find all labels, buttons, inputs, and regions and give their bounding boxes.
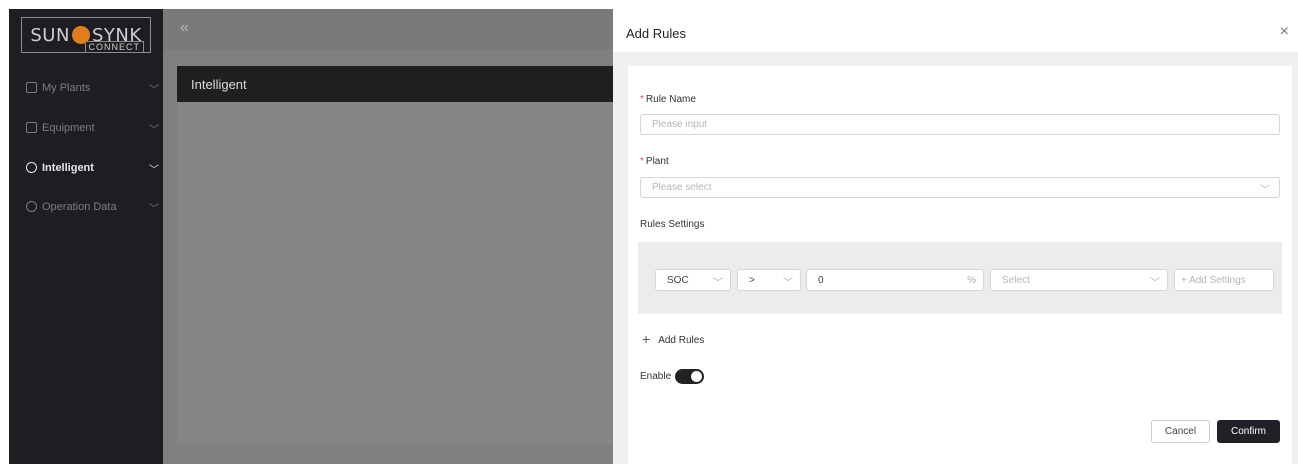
chevron-down-icon: ﹀ (149, 204, 159, 215)
chevron-down-icon: ﹀ (713, 278, 723, 289)
add-rules-label: Add Rules (658, 335, 705, 346)
sidebar: SUN SYNK CONNECT My Plants ﹀ Equipment ﹀ … (9, 9, 163, 464)
chevron-down-icon: ﹀ (149, 125, 159, 136)
dialog-title: Add Rules (626, 26, 686, 41)
plant-placeholder: Please select (652, 182, 712, 193)
chevron-down-icon: ﹀ (149, 165, 159, 176)
card-title: Intelligent (191, 77, 247, 92)
action-select[interactable]: Select ﹀ (990, 269, 1168, 291)
plant-label-text: Plant (645, 156, 669, 167)
sidebar-item-label: My Plants (42, 82, 91, 94)
threshold-value: 0 (818, 275, 824, 286)
app-root: SUN SYNK CONNECT My Plants ﹀ Equipment ﹀ … (0, 0, 1298, 464)
logo: SUN SYNK CONNECT (21, 17, 151, 53)
add-rules-dialog: Add Rules × * Rule Name Please input * Pla… (613, 9, 1298, 464)
add-settings-label: + Add Settings (1181, 275, 1246, 286)
sidebar-item-label: Intelligent (42, 162, 94, 174)
confirm-button[interactable]: Confirm (1217, 420, 1280, 443)
sidebar-item-my-plants[interactable]: My Plants ﹀ (9, 79, 163, 99)
sidebar-item-label: Equipment (42, 122, 95, 134)
rules-settings-label: Rules Settings (640, 219, 705, 230)
rule-name-input[interactable]: Please input (640, 114, 1280, 135)
rule-name-label-text: Rule Name (645, 94, 696, 105)
operator-select[interactable]: > ﹀ (737, 269, 801, 291)
threshold-input[interactable]: 0 % (806, 269, 984, 291)
card-header: Intelligent (177, 66, 613, 102)
enable-label: Enable (640, 371, 672, 382)
dialog-header: Add Rules × (613, 9, 1298, 52)
add-rules-button[interactable]: + Add Rules (642, 331, 704, 347)
required-mark: * (640, 156, 644, 167)
sidebar-item-operation-data[interactable]: Operation Data ﹀ (9, 198, 163, 218)
chevron-down-icon: ﹀ (1260, 185, 1270, 196)
main-content: « Intelligent (163, 9, 613, 464)
top-bar: « (163, 9, 613, 50)
dialog-body: * Rule Name Please input * Plant Please se… (628, 66, 1292, 464)
rule-name-label: * Rule Name (640, 94, 696, 105)
add-settings-button[interactable]: + Add Settings (1174, 269, 1274, 291)
required-mark: * (640, 94, 644, 105)
toggle-knob (691, 371, 702, 382)
action-placeholder: Select (1002, 275, 1030, 286)
monitor-icon (26, 122, 37, 133)
card-body (177, 102, 613, 445)
param-select[interactable]: SOC ﹀ (655, 269, 731, 291)
threshold-unit: % (967, 275, 976, 286)
rule-name-placeholder: Please input (652, 119, 708, 130)
close-icon[interactable]: × (1280, 23, 1289, 41)
rules-settings-box: SOC ﹀ > ﹀ 0 % Select ﹀ + Add Settings (638, 242, 1282, 314)
plant-select[interactable]: Please select ﹀ (640, 177, 1280, 198)
operator-value: > (749, 275, 755, 286)
clock-icon (26, 201, 37, 212)
chevron-down-icon: ﹀ (1150, 278, 1160, 289)
chevron-down-icon: ﹀ (149, 85, 159, 96)
sidebar-item-equipment[interactable]: Equipment ﹀ (9, 119, 163, 139)
plant-label: * Plant (640, 156, 669, 167)
cancel-button[interactable]: Cancel (1151, 420, 1210, 443)
chevron-down-icon: ﹀ (783, 278, 793, 289)
bulb-icon (26, 162, 37, 173)
sidebar-item-label: Operation Data (42, 201, 117, 213)
home-icon (26, 82, 37, 93)
sidebar-item-intelligent[interactable]: Intelligent ﹀ (9, 159, 163, 179)
param-value: SOC (667, 275, 689, 286)
logo-subtitle: CONNECT (84, 41, 144, 53)
enable-toggle[interactable] (675, 369, 704, 384)
plus-icon: + (642, 331, 651, 347)
collapse-sidebar-icon[interactable]: « (180, 19, 189, 37)
